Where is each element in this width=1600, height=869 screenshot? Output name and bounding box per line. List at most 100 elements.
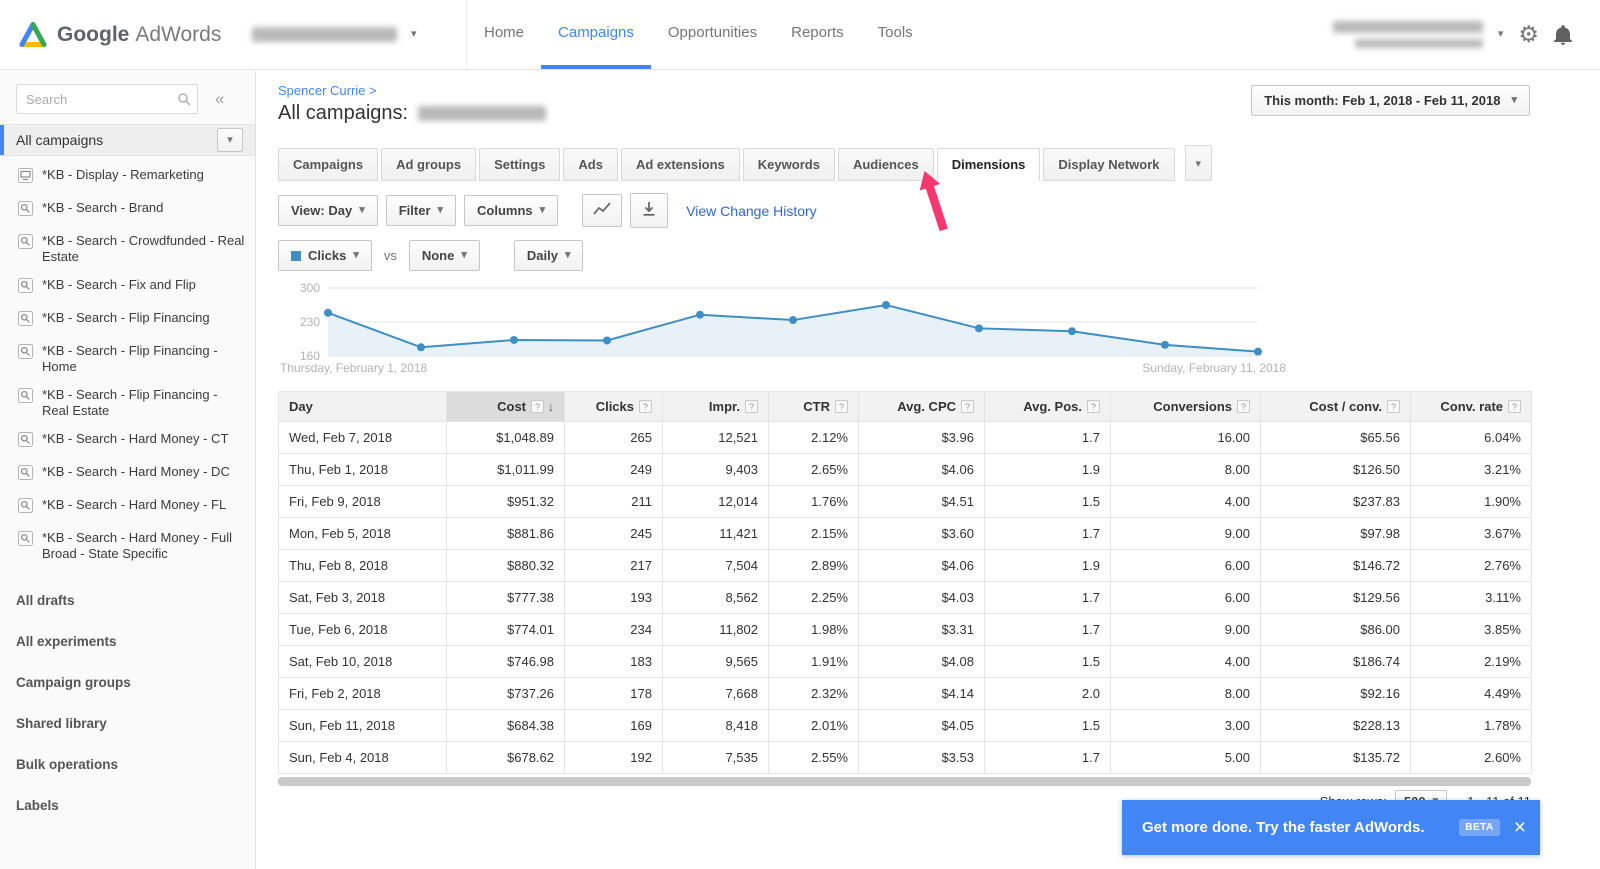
account-info-redacted[interactable] [1332, 21, 1483, 48]
help-icon[interactable]: ? [531, 400, 544, 413]
help-icon[interactable]: ? [1087, 400, 1100, 413]
table-row[interactable]: Fri, Feb 9, 2018 $951.32 211 12,014 1.76% $4.… [278, 485, 1532, 518]
x-axis-end-label: Sunday, February 11, 2018 [1142, 361, 1286, 375]
sidebar-campaign-item[interactable]: *KB - Search - Hard Money - Full Broad -… [0, 524, 255, 568]
metric2-selector[interactable]: None ▾ [408, 240, 480, 271]
horizontal-scrollbar[interactable] [278, 777, 1531, 786]
column-header-impr[interactable]: Impr.? [662, 391, 769, 422]
data-point[interactable] [789, 316, 797, 325]
nav-item-tools[interactable]: Tools [861, 0, 930, 69]
data-point[interactable] [324, 308, 332, 317]
tab-ads[interactable]: Ads [563, 148, 618, 181]
columns-button[interactable]: Columns ▾ [464, 195, 559, 226]
all-campaigns-dropdown-button[interactable]: ▾ [217, 128, 243, 152]
table-row[interactable]: Tue, Feb 6, 2018 $774.01 234 11,802 1.98% $3.… [278, 613, 1532, 646]
sidebar-campaign-item[interactable]: *KB - Search - Flip Financing - Home [0, 337, 255, 381]
table-row[interactable]: Wed, Feb 7, 2018 $1,048.89 265 12,521 2.12% $… [278, 421, 1532, 454]
download-button[interactable] [630, 193, 669, 228]
sidebar-link-all-experiments[interactable]: All experiments [0, 621, 255, 662]
filter-button[interactable]: Filter ▾ [385, 195, 457, 226]
help-icon[interactable]: ? [1387, 400, 1400, 413]
table-row[interactable]: Mon, Feb 5, 2018 $881.86 245 11,421 2.15% $3.… [278, 517, 1532, 550]
tab-ad-extensions[interactable]: Ad extensions [620, 148, 740, 181]
sidebar-campaign-item[interactable]: *KB - Search - Brand [0, 194, 255, 227]
table-row[interactable]: Fri, Feb 2, 2018 $737.26 178 7,668 2.32% $4.1… [278, 677, 1532, 710]
sidebar-campaign-item[interactable]: *KB - Search - Hard Money - CT [0, 425, 255, 458]
table-row[interactable]: Thu, Feb 1, 2018 $1,011.99 249 9,403 2.65% $4… [278, 453, 1532, 486]
sidebar-search-row: « [0, 71, 255, 124]
chevron-down-icon[interactable]: ▾ [1498, 29, 1504, 40]
data-point[interactable] [603, 336, 611, 345]
bell-icon[interactable] [1554, 24, 1572, 45]
column-header-conversions[interactable]: Conversions? [1110, 391, 1261, 422]
column-header-conv-rate[interactable]: Conv. rate? [1410, 391, 1532, 422]
data-point[interactable] [510, 335, 518, 344]
view-change-history-link[interactable]: View Change History [686, 203, 816, 219]
collapse-sidebar-button[interactable]: « [210, 89, 229, 109]
help-icon[interactable]: ? [961, 400, 974, 413]
nav-item-opportunities[interactable]: Opportunities [651, 0, 774, 69]
data-point[interactable] [417, 343, 425, 352]
sidebar-campaign-item[interactable]: *KB - Search - Flip Financing [0, 304, 255, 337]
help-icon[interactable]: ? [1508, 400, 1521, 413]
tab-keywords[interactable]: Keywords [742, 148, 835, 181]
date-range-selector[interactable]: This month: Feb 1, 2018 - Feb 11, 2018 ▾ [1251, 85, 1530, 116]
column-header-cost-conv[interactable]: Cost / conv.? [1260, 391, 1411, 422]
sidebar-link-bulk-operations[interactable]: Bulk operations [0, 744, 255, 785]
sidebar-link-shared-library[interactable]: Shared library [0, 703, 255, 744]
nav-item-home[interactable]: Home [467, 0, 541, 69]
tab-ad-groups[interactable]: Ad groups [381, 148, 477, 181]
data-point[interactable] [696, 310, 704, 319]
chevron-down-icon: ▾ [353, 249, 359, 261]
sidebar-link-campaign-groups[interactable]: Campaign groups [0, 662, 255, 703]
help-icon[interactable]: ? [835, 400, 848, 413]
column-header-cost[interactable]: Cost? ↓ [446, 391, 565, 422]
tab-audiences[interactable]: Audiences [837, 148, 934, 181]
search-input[interactable] [16, 84, 198, 114]
chart-toggle-button[interactable] [582, 194, 623, 227]
sidebar-campaign-item[interactable]: *KB - Search - Fix and Flip [0, 271, 255, 304]
column-header-ctr[interactable]: CTR? [768, 391, 859, 422]
help-icon[interactable]: ? [745, 400, 758, 413]
breadcrumb[interactable]: Spencer Currie > [278, 83, 546, 98]
sidebar-link-all-drafts[interactable]: All drafts [0, 580, 255, 621]
table-row[interactable]: Sat, Feb 3, 2018 $777.38 193 8,562 2.25% $4.0… [278, 581, 1532, 614]
view-selector-button[interactable]: View: Day ▾ [278, 195, 378, 226]
column-header-avg-cpc[interactable]: Avg. CPC? [858, 391, 985, 422]
tab-campaigns[interactable]: Campaigns [278, 148, 379, 181]
column-header-day[interactable]: Day [278, 391, 447, 422]
sidebar-campaign-item[interactable]: *KB - Display - Remarketing [0, 161, 255, 194]
sidebar-campaign-item[interactable]: *KB - Search - Crowdfunded - Real Estate [0, 227, 255, 271]
data-point[interactable] [882, 301, 890, 309]
gear-icon[interactable]: ⚙ [1518, 21, 1539, 48]
sidebar-campaign-item[interactable]: *KB - Search - Hard Money - DC [0, 458, 255, 491]
column-header-avg-pos[interactable]: Avg. Pos.? [984, 391, 1111, 422]
tab-settings[interactable]: Settings [479, 148, 561, 181]
nav-item-campaigns[interactable]: Campaigns [541, 0, 651, 69]
sidebar-campaign-item[interactable]: *KB - Search - Hard Money - FL [0, 491, 255, 524]
sidebar-campaign-item[interactable]: *KB - Search - Flip Financing - Real Est… [0, 381, 255, 425]
search-icon[interactable] [177, 92, 191, 111]
metric1-selector[interactable]: Clicks ▾ [278, 240, 372, 271]
column-header-clicks[interactable]: Clicks? [564, 391, 663, 422]
data-point[interactable] [1161, 340, 1169, 349]
table-row[interactable]: Sat, Feb 10, 2018 $746.98 183 9,565 1.91% $4.… [278, 645, 1532, 678]
data-point[interactable] [1254, 347, 1262, 356]
search-campaign-icon [18, 498, 33, 518]
data-point[interactable] [1068, 327, 1076, 336]
table-row[interactable]: Sun, Feb 4, 2018 $678.62 192 7,535 2.55% $3.5… [278, 741, 1532, 774]
granularity-selector[interactable]: Daily ▾ [513, 240, 584, 271]
more-tabs-button[interactable]: ▾ [1184, 145, 1213, 181]
sidebar-link-labels[interactable]: Labels [0, 785, 255, 826]
help-icon[interactable]: ? [639, 400, 652, 413]
account-selector[interactable]: ▾ [252, 0, 464, 69]
tab-display-network[interactable]: Display Network [1043, 148, 1175, 181]
sidebar-item-all-campaigns[interactable]: All campaigns ▾ [0, 124, 255, 156]
table-row[interactable]: Thu, Feb 8, 2018 $880.32 217 7,504 2.89% $4.0… [278, 549, 1532, 582]
table-row[interactable]: Sun, Feb 11, 2018 $684.38 169 8,418 2.01% $4.… [278, 709, 1532, 742]
data-point[interactable] [975, 324, 983, 333]
nav-item-reports[interactable]: Reports [774, 0, 861, 69]
help-icon[interactable]: ? [1237, 400, 1250, 413]
close-icon[interactable]: × [1514, 817, 1526, 838]
tab-dimensions[interactable]: Dimensions [936, 148, 1041, 181]
